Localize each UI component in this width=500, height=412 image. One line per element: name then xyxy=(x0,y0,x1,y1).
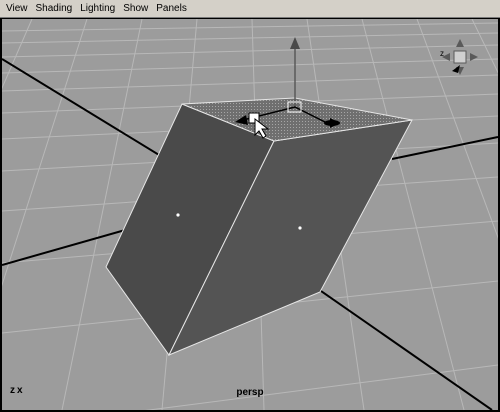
menu-show[interactable]: Show xyxy=(119,0,152,18)
svg-text:z: z xyxy=(440,49,444,58)
panel-menubar: View Shading Lighting Show Panels xyxy=(0,0,500,18)
vertex-marker xyxy=(298,226,302,230)
maya-viewport-window: View Shading Lighting Show Panels z z x … xyxy=(0,0,500,412)
menu-shading[interactable]: Shading xyxy=(32,0,77,18)
menu-panels[interactable]: Panels xyxy=(152,0,191,18)
scene-canvas[interactable] xyxy=(2,19,498,410)
menu-view[interactable]: View xyxy=(2,0,32,18)
vertex-marker xyxy=(176,213,180,217)
camera-name-label: persp xyxy=(236,387,264,398)
cube-object[interactable] xyxy=(105,97,413,356)
view-axes-icon[interactable]: z xyxy=(440,37,480,77)
menu-lighting[interactable]: Lighting xyxy=(76,0,119,18)
perspective-viewport[interactable]: z z x persp xyxy=(2,19,498,410)
